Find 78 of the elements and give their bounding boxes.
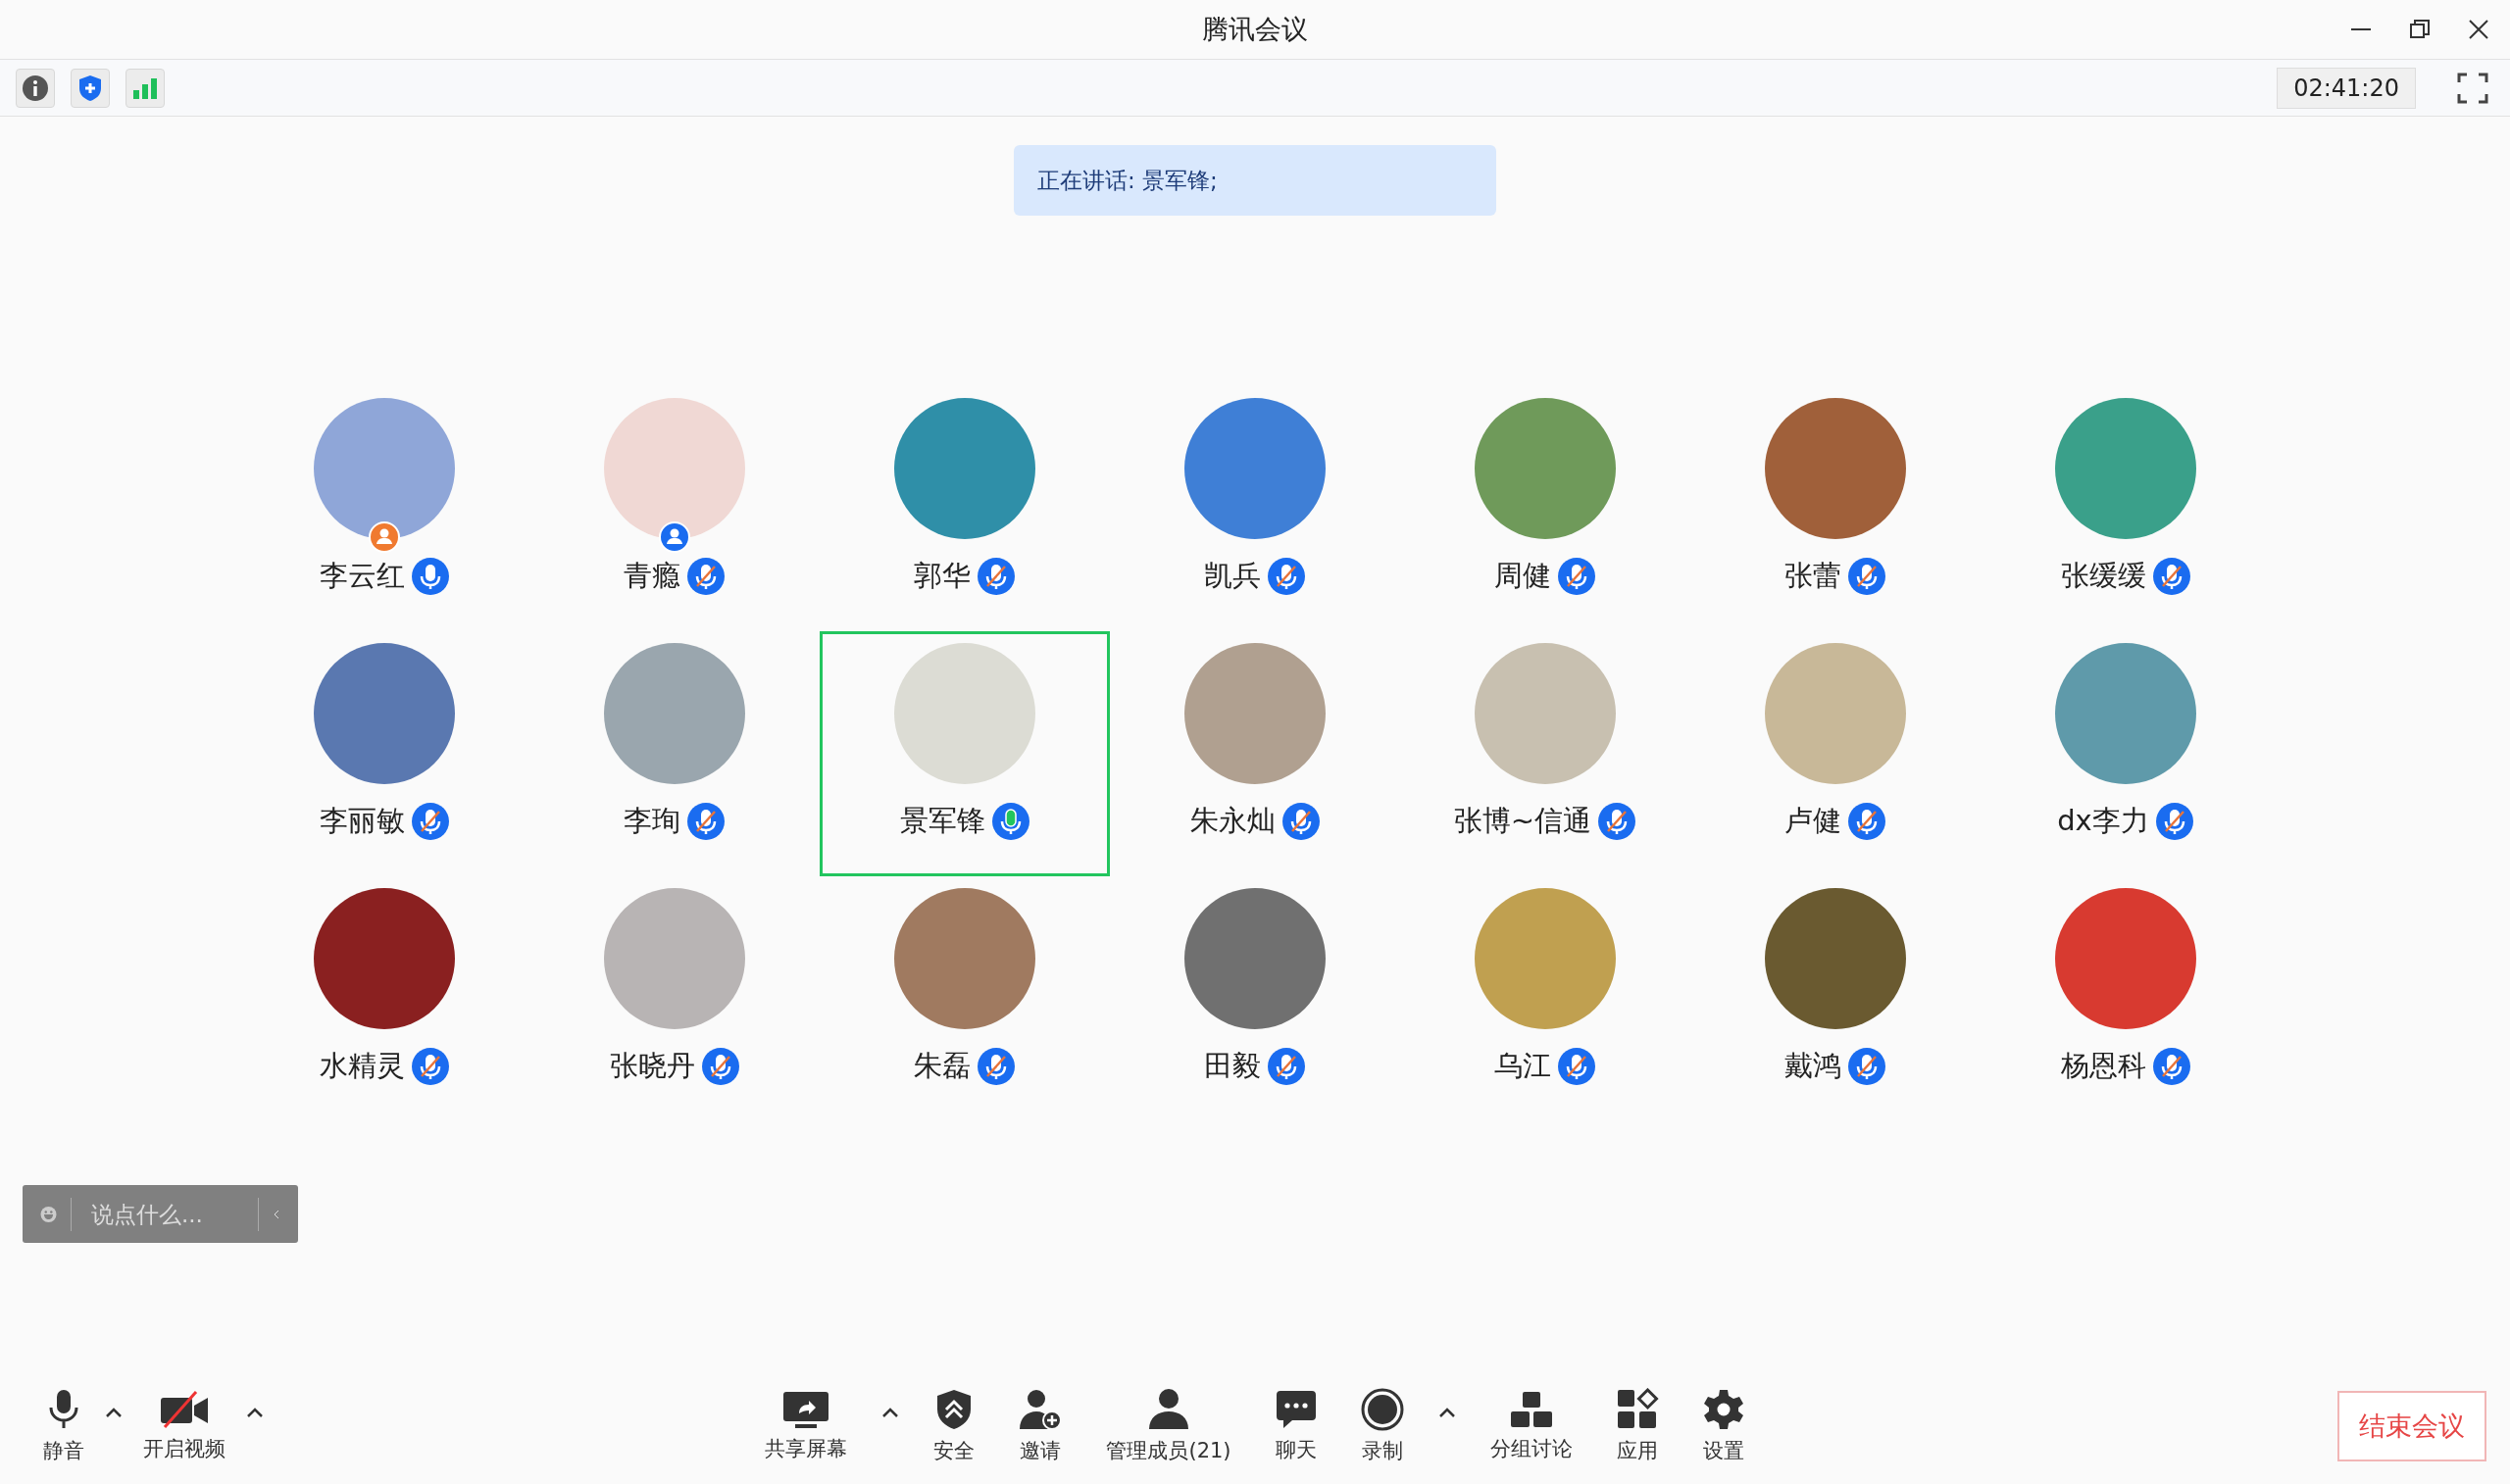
caret-icon[interactable] xyxy=(104,1406,124,1419)
participant-name: 朱磊 xyxy=(914,1048,971,1084)
participant-name: 张缓缓 xyxy=(2060,558,2146,594)
participant-name: dx李力 xyxy=(2057,803,2149,839)
participant-name: 卢健 xyxy=(1784,803,1841,839)
speaking-banner: 正在讲话: 景军锋; xyxy=(1014,145,1496,216)
blocks-icon xyxy=(1508,1390,1554,1429)
toolbar-button[interactable]: 共享屏幕 xyxy=(755,1386,858,1466)
window-title: 腾讯会议 xyxy=(1202,13,1308,46)
participant-name: 戴鸿 xyxy=(1784,1048,1841,1084)
participant-tile[interactable]: 杨恩科 xyxy=(1981,876,2271,1121)
participant-tile[interactable]: 张博~信通 xyxy=(1400,631,1690,876)
shield-plus-icon xyxy=(77,74,103,102)
shield-icon xyxy=(935,1388,974,1431)
participant-tile[interactable]: 朱磊 xyxy=(820,876,1110,1121)
participant-tile[interactable]: 卢健 xyxy=(1690,631,1981,876)
participant-tile[interactable]: 张晓丹 xyxy=(529,876,820,1121)
person-icon xyxy=(1146,1388,1191,1431)
signal-bars-icon xyxy=(131,75,159,100)
participant-tile[interactable]: 李丽敏 xyxy=(239,631,529,876)
fullscreen-icon[interactable] xyxy=(2457,72,2488,104)
caret-icon[interactable] xyxy=(245,1406,265,1419)
chat-bubble-icon xyxy=(1274,1389,1318,1430)
participant-tile[interactable]: 景军锋 xyxy=(820,631,1110,876)
participant-tile[interactable]: 朱永灿 xyxy=(1110,631,1400,876)
participant-tile[interactable]: 郭华 xyxy=(820,386,1110,631)
participant-tile[interactable]: 凯兵 xyxy=(1110,386,1400,631)
chat-input-field[interactable]: 说点什么... xyxy=(85,1201,244,1227)
toolbar-button[interactable]: 聊天 xyxy=(1264,1385,1328,1467)
participant-tile[interactable]: 青瘾 xyxy=(529,386,820,631)
apps-grid-icon xyxy=(1615,1388,1659,1431)
close-icon[interactable] xyxy=(2467,18,2490,41)
toolbar-button[interactable]: 设置 xyxy=(1691,1384,1755,1468)
meeting-timer: 02:41:20 xyxy=(2277,67,2416,109)
toolbar-button[interactable]: 开启视频 xyxy=(133,1386,235,1466)
participant-name: 郭华 xyxy=(914,558,971,594)
participant-tile[interactable]: 戴鸿 xyxy=(1690,876,1981,1121)
participant-name: 青瘾 xyxy=(624,558,680,594)
restore-icon[interactable] xyxy=(2408,18,2432,41)
participant-tile[interactable]: 张蕾 xyxy=(1690,386,1981,631)
toolbar-button[interactable]: 录制 xyxy=(1350,1384,1414,1468)
participant-tile[interactable]: 乌江 xyxy=(1400,876,1690,1121)
participant-tile[interactable]: 李云红 xyxy=(239,386,529,631)
participant-name: 周健 xyxy=(1494,558,1551,594)
participant-tile[interactable]: 田毅 xyxy=(1110,876,1400,1121)
participant-name: 景军锋 xyxy=(899,803,985,839)
participant-name: 李丽敏 xyxy=(319,803,405,839)
participant-tile[interactable]: 张缓缓 xyxy=(1981,386,2271,631)
participant-tile[interactable]: 周健 xyxy=(1400,386,1690,631)
participant-name: 田毅 xyxy=(1204,1048,1261,1084)
share-screen-icon xyxy=(781,1390,831,1429)
chat-bar[interactable]: 说点什么... xyxy=(23,1185,298,1243)
end-meeting-button[interactable]: 结束会议 xyxy=(2337,1391,2486,1461)
participant-name: 张蕾 xyxy=(1784,558,1841,594)
participant-name: 李云红 xyxy=(319,558,405,594)
participant-name: 张博~信通 xyxy=(1453,803,1592,839)
security-button[interactable] xyxy=(71,68,110,108)
participant-name: 凯兵 xyxy=(1204,558,1261,594)
toolbar-button[interactable]: 静音 xyxy=(33,1384,94,1468)
participant-name: 水精灵 xyxy=(319,1048,405,1084)
toolbar-button[interactable]: 应用 xyxy=(1605,1384,1669,1468)
participant-name: 李珣 xyxy=(624,803,680,839)
toolbar-button[interactable]: 分组讨论 xyxy=(1480,1386,1582,1466)
settings-icon xyxy=(1701,1388,1745,1431)
participant-name: 朱永灿 xyxy=(1189,803,1276,839)
participant-name: 张晓丹 xyxy=(609,1048,695,1084)
participant-tile[interactable]: dx李力 xyxy=(1981,631,2271,876)
record-icon xyxy=(1360,1388,1404,1431)
info-icon xyxy=(22,74,49,102)
participant-tile[interactable]: 李珣 xyxy=(529,631,820,876)
toolbar-button[interactable]: 邀请 xyxy=(1008,1384,1074,1468)
info-button[interactable] xyxy=(16,68,55,108)
toolbar-button[interactable]: 安全 xyxy=(924,1384,985,1468)
toolbar-button[interactable]: 管理成员(21) xyxy=(1096,1384,1241,1468)
video-camera-off-icon xyxy=(159,1390,210,1429)
participant-name: 杨恩科 xyxy=(2060,1048,2146,1084)
participant-tile[interactable]: 水精灵 xyxy=(239,876,529,1121)
participant-name: 乌江 xyxy=(1494,1048,1551,1084)
